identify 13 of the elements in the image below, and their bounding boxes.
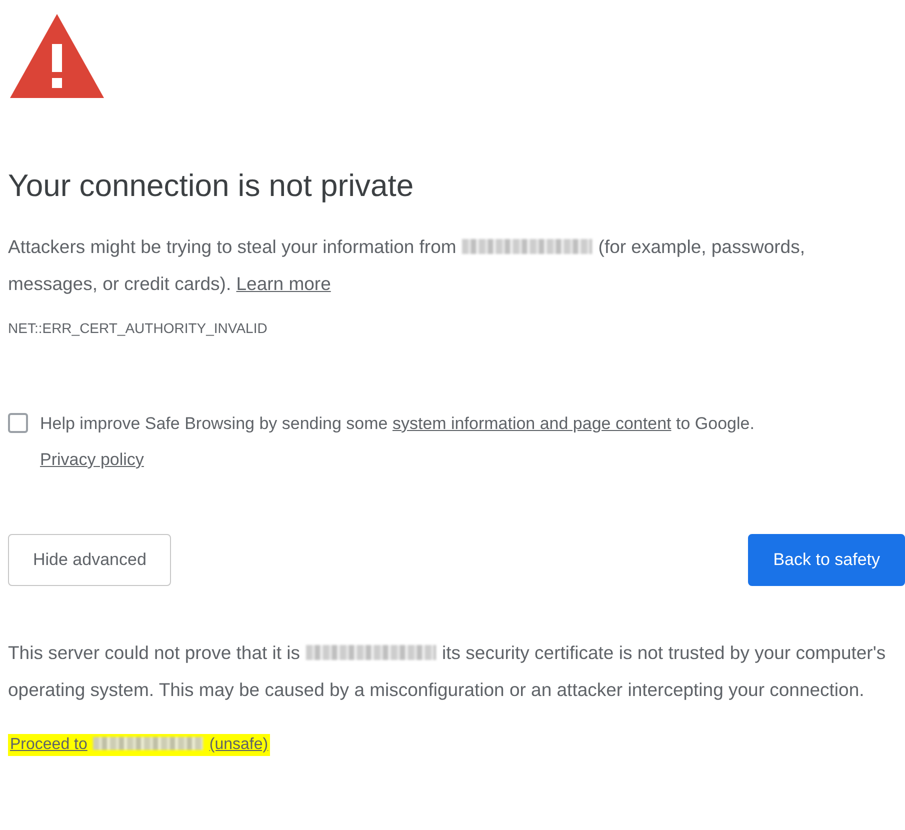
page-heading: Your connection is not private bbox=[8, 167, 415, 205]
proceed-link[interactable]: Proceed to (unsafe) bbox=[8, 734, 270, 756]
warning-icon bbox=[8, 12, 106, 100]
hide-advanced-button[interactable]: Hide advanced bbox=[8, 534, 172, 586]
back-to-safety-button[interactable]: Back to safety bbox=[748, 534, 905, 586]
warning-paragraph: Attackers might be trying to steal your information from (for example, passwords, messages, or credit cards). Learn more bbox=[8, 235, 806, 296]
error-code: NET::ERR_CERT_AUTHORITY_INVALID bbox=[8, 320, 268, 336]
system-info-link[interactable]: system information and page content bbox=[392, 414, 672, 433]
details-paragraph: This server could not prove that it is its security certificate is not trusted by your computer's operating system. This may be caused by a misconfiguration or an attacker intercepting your connection. bbox=[8, 641, 887, 702]
privacy-policy-link[interactable]: Privacy policy bbox=[40, 450, 144, 469]
safe-browsing-text: Help improve Safe Browsing by sending some system information and page content to Google. bbox=[40, 413, 754, 435]
learn-more-link[interactable]: Learn more bbox=[236, 273, 331, 294]
safe-browsing-checkbox[interactable] bbox=[8, 413, 28, 433]
